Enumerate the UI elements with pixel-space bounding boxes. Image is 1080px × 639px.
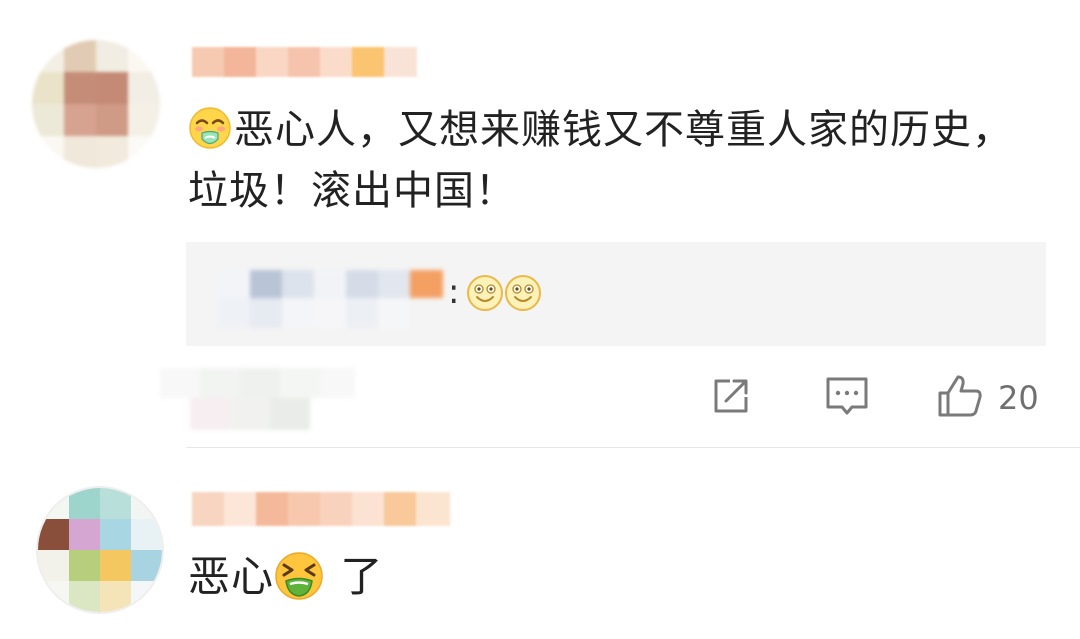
- vomiting-face-icon: [188, 106, 232, 150]
- comment-divider: [186, 447, 1080, 448]
- comment-button[interactable]: [822, 372, 872, 424]
- comment-text: 恶心 了: [188, 545, 688, 609]
- comment-icon: [822, 373, 872, 423]
- comment-text-body: 恶心人，又想来赚钱又不尊重人家的历史，垃圾！滚出中国！: [188, 107, 1013, 214]
- smile-coin-icon: [504, 274, 542, 312]
- reply-emoji-group: [466, 274, 542, 316]
- avatar[interactable]: [36, 486, 164, 614]
- share-button[interactable]: [708, 372, 754, 424]
- reply-preview[interactable]: :: [186, 242, 1046, 346]
- comment-text-start: 恶心: [188, 552, 275, 601]
- smile-coin-icon: [466, 274, 504, 312]
- comment-text-end: 了: [326, 552, 384, 601]
- avatar[interactable]: [32, 40, 160, 168]
- nauseated-face-icon: [274, 551, 324, 601]
- username[interactable]: [192, 47, 417, 77]
- like-count: 20: [998, 379, 1039, 417]
- reply-colon: :: [448, 272, 460, 312]
- thumbs-up-icon: [934, 371, 986, 425]
- comment-text: 恶心人，又想来赚钱又不尊重人家的历史，垃圾！滚出中国！: [188, 100, 1018, 222]
- like-button[interactable]: 20: [934, 372, 1039, 424]
- comment-meta: [160, 368, 355, 430]
- reply-username[interactable]: [218, 270, 443, 328]
- share-icon: [708, 373, 754, 423]
- username[interactable]: [192, 492, 450, 526]
